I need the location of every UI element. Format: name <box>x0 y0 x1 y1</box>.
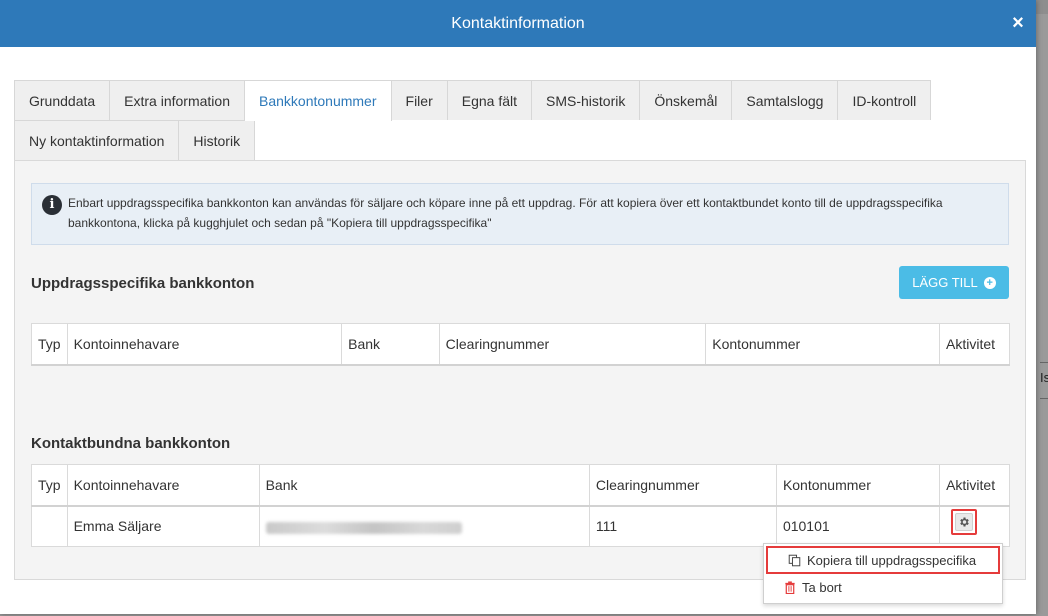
background-divider <box>1040 362 1048 363</box>
assignment-accounts-table: Typ Kontoinnehavare Bank Clearingnummer … <box>31 323 1010 366</box>
contact-accounts-table: Typ Kontoinnehavare Bank Clearingnummer … <box>31 464 1010 547</box>
column-typ[interactable]: Typ <box>31 464 68 507</box>
tab-grunddata[interactable]: Grunddata <box>14 80 111 120</box>
column-clearingnummer[interactable]: Clearingnummer <box>588 464 777 507</box>
tab-onskemal[interactable]: Önskemål <box>639 80 733 120</box>
column-kontoinnehavare[interactable]: Kontoinnehavare <box>66 323 343 366</box>
info-icon: i <box>42 195 62 215</box>
tab-extra-information[interactable]: Extra information <box>109 80 245 120</box>
contact-accounts-title: Kontaktbundna bankkonton <box>31 435 231 452</box>
row-actions-gear-button[interactable] <box>951 509 977 535</box>
column-aktivitet[interactable]: Aktivitet <box>939 464 1010 507</box>
tab-egna-falt[interactable]: Egna fält <box>446 80 533 120</box>
column-clearingnummer[interactable]: Clearingnummer <box>438 323 707 366</box>
cell-kontonummer: 010101 <box>775 505 941 547</box>
copy-icon <box>788 554 801 566</box>
assignment-accounts-title: Uppdragsspecifika bankkonton <box>31 275 255 292</box>
cell-kontoinnehavare: Emma Säljare <box>66 505 260 547</box>
column-kontonummer[interactable]: Kontonummer <box>775 464 941 507</box>
column-aktivitet[interactable]: Aktivitet <box>939 323 1010 366</box>
modal-title: Kontaktinformation <box>451 14 585 32</box>
cell-typ <box>31 505 68 547</box>
table-header-row: Typ Kontoinnehavare Bank Clearingnummer … <box>31 464 1010 507</box>
add-button[interactable]: LÄGG TILL + <box>899 266 1009 299</box>
copy-label: Kopiera till uppdragsspecifika <box>807 552 977 568</box>
background-text: Is <box>1040 370 1048 385</box>
row-actions-menu: Kopiera till uppdragsspecifika Ta bort <box>763 543 1003 604</box>
column-kontonummer[interactable]: Kontonummer <box>705 323 941 366</box>
copy-to-assignment-menu-item[interactable]: Kopiera till uppdragsspecifika <box>766 546 1000 574</box>
close-icon[interactable]: × <box>1009 13 1027 33</box>
plus-circle-icon: + <box>983 276 996 289</box>
column-bank[interactable]: Bank <box>341 323 440 366</box>
tab-sms-historik[interactable]: SMS-historik <box>531 80 641 120</box>
tab-bar: Grunddata Extra information Bankkontonum… <box>14 80 1026 160</box>
delete-menu-item[interactable]: Ta bort <box>764 573 1002 601</box>
tab-samtalslogg[interactable]: Samtalslogg <box>731 80 839 120</box>
redacted-bank-name <box>265 521 462 534</box>
cell-clearingnummer: 111 <box>588 505 777 547</box>
column-bank[interactable]: Bank <box>258 464 590 507</box>
tab-row-2: Ny kontaktinformation Historik <box>14 120 1026 160</box>
table-header-row: Typ Kontoinnehavare Bank Clearingnummer … <box>31 323 1010 366</box>
tab-ny-kontaktinformation[interactable]: Ny kontaktinformation <box>14 120 180 160</box>
contact-info-modal: Kontaktinformation × Grunddata Extra inf… <box>0 0 1036 614</box>
add-button-label: LÄGG TILL <box>912 275 978 290</box>
bank-accounts-panel: i Enbart uppdragsspecifika bankkonton ka… <box>14 160 1026 580</box>
tab-row-1: Grunddata Extra information Bankkontonum… <box>14 80 1026 121</box>
cell-bank <box>258 505 590 547</box>
background-divider <box>1040 398 1048 399</box>
table-row: Emma Säljare 111 010101 <box>31 505 1010 547</box>
info-box: i Enbart uppdragsspecifika bankkonton ka… <box>31 183 1009 245</box>
info-text: Enbart uppdragsspecifika bankkonton kan … <box>68 196 943 230</box>
column-typ[interactable]: Typ <box>31 323 68 366</box>
gear-icon <box>955 513 973 531</box>
tab-bankkontonummer[interactable]: Bankkontonummer <box>244 80 392 121</box>
column-kontoinnehavare[interactable]: Kontoinnehavare <box>66 464 260 507</box>
delete-label: Ta bort <box>802 579 842 595</box>
tab-filer[interactable]: Filer <box>390 80 448 120</box>
tab-historik[interactable]: Historik <box>178 120 256 160</box>
tab-id-kontroll[interactable]: ID-kontroll <box>837 80 932 120</box>
modal-header: Kontaktinformation × <box>0 0 1036 47</box>
trash-icon <box>785 580 795 594</box>
